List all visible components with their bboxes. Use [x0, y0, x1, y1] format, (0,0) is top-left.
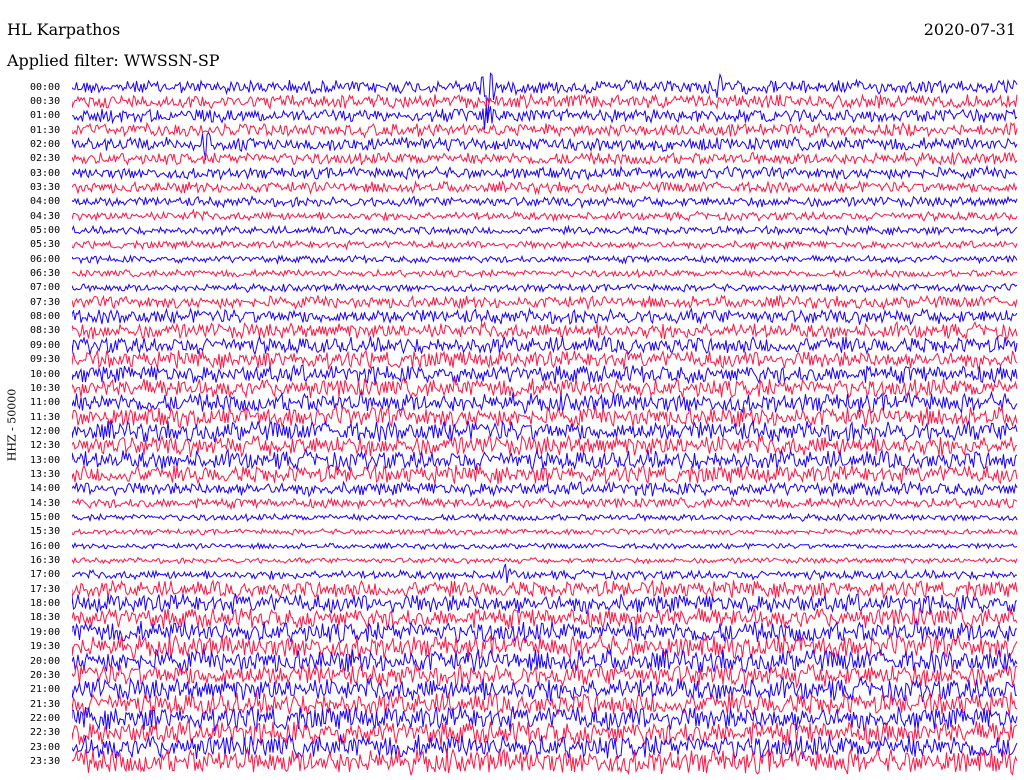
trace-1600 [72, 541, 1018, 551]
time-label: 21:00 [30, 684, 61, 696]
trace-1400 [72, 480, 1018, 498]
trace-0730 [72, 294, 1018, 311]
time-label: 18:30 [30, 612, 61, 624]
trace-0530 [72, 239, 1018, 251]
time-label: 00:00 [30, 81, 61, 93]
trace-2000 [72, 648, 1018, 674]
trace-1430 [72, 496, 1018, 511]
trace-0830 [72, 320, 1018, 341]
time-label: 10:30 [30, 382, 61, 394]
trace-1030 [72, 376, 1018, 399]
time-label: 12:30 [30, 440, 61, 452]
time-label: 01:30 [30, 124, 61, 136]
trace-0630 [72, 268, 1018, 279]
trace-0800 [72, 307, 1018, 326]
trace-1700 [72, 563, 1018, 584]
time-label: 03:30 [30, 181, 61, 193]
time-label: 12:00 [30, 425, 61, 437]
trace-0330 [72, 179, 1018, 196]
trace-1930 [72, 632, 1018, 662]
time-label: 20:30 [30, 669, 61, 681]
trace-0130 [72, 121, 1018, 139]
time-label: 09:00 [30, 339, 61, 351]
time-label: 03:00 [30, 167, 61, 179]
time-label: 22:30 [30, 727, 61, 739]
time-label: 21:30 [30, 698, 61, 710]
time-label: 19:30 [30, 641, 61, 653]
time-label: 15:00 [30, 512, 61, 523]
time-label: 13:00 [30, 454, 61, 466]
trace-0600 [72, 254, 1018, 265]
time-label: 16:00 [30, 540, 61, 552]
trace-0930 [72, 349, 1018, 371]
time-label: 04:00 [30, 196, 61, 208]
time-label: 20:00 [30, 655, 61, 667]
time-label: 23:00 [30, 741, 61, 753]
time-label: 11:30 [30, 411, 61, 423]
trace-1630 [72, 556, 1018, 565]
trace-2030 [72, 662, 1018, 689]
trace-0100 [72, 106, 1018, 130]
trace-0700 [72, 282, 1018, 294]
time-label: 10:00 [30, 368, 61, 380]
time-label: 19:00 [30, 626, 61, 638]
time-label: 09:30 [30, 354, 61, 366]
trace-2330 [72, 747, 1018, 776]
time-label: 13:30 [30, 468, 61, 480]
trace-0430 [72, 208, 1018, 223]
time-label: 18:00 [30, 598, 61, 610]
trace-0230 [72, 150, 1018, 167]
trace-1330 [72, 464, 1018, 485]
time-label: 08:00 [30, 311, 61, 323]
time-label: 17:00 [30, 569, 61, 581]
trace-0400 [72, 195, 1018, 210]
trace-1130 [72, 404, 1018, 429]
time-label: 14:30 [30, 497, 61, 509]
trace-0900 [72, 335, 1018, 356]
time-label: 02:00 [30, 138, 61, 150]
time-label: 05:00 [30, 225, 61, 236]
trace-1500 [72, 512, 1018, 523]
trace-1300 [72, 447, 1018, 472]
time-label: 07:30 [30, 296, 61, 308]
time-label: 06:00 [30, 253, 61, 265]
time-label: 23:30 [30, 755, 61, 767]
trace-1830 [72, 605, 1018, 630]
time-label: 14:00 [30, 483, 61, 495]
trace-1730 [72, 579, 1018, 600]
time-label: 15:30 [30, 526, 61, 538]
time-label: 16:30 [30, 555, 61, 567]
trace-1530 [72, 527, 1018, 536]
time-label: 06:30 [30, 268, 61, 280]
time-label: 00:30 [30, 95, 61, 107]
time-label: 07:00 [30, 282, 61, 294]
trace-0500 [72, 224, 1018, 237]
time-label: 17:30 [30, 583, 61, 595]
trace-1900 [72, 619, 1018, 644]
time-label: 02:30 [30, 153, 61, 165]
time-label: 05:30 [30, 239, 61, 251]
time-label: 01:00 [30, 110, 61, 122]
trace-0300 [72, 164, 1018, 181]
y-axis-label: HHZ - 50000 [5, 388, 19, 462]
time-label: 22:00 [30, 712, 61, 724]
time-label: 11:00 [30, 397, 61, 409]
time-label: 04:30 [30, 210, 61, 222]
time-label: 08:30 [30, 325, 61, 337]
trace-0030 [72, 92, 1018, 111]
seismogram-plot [72, 72, 1018, 776]
